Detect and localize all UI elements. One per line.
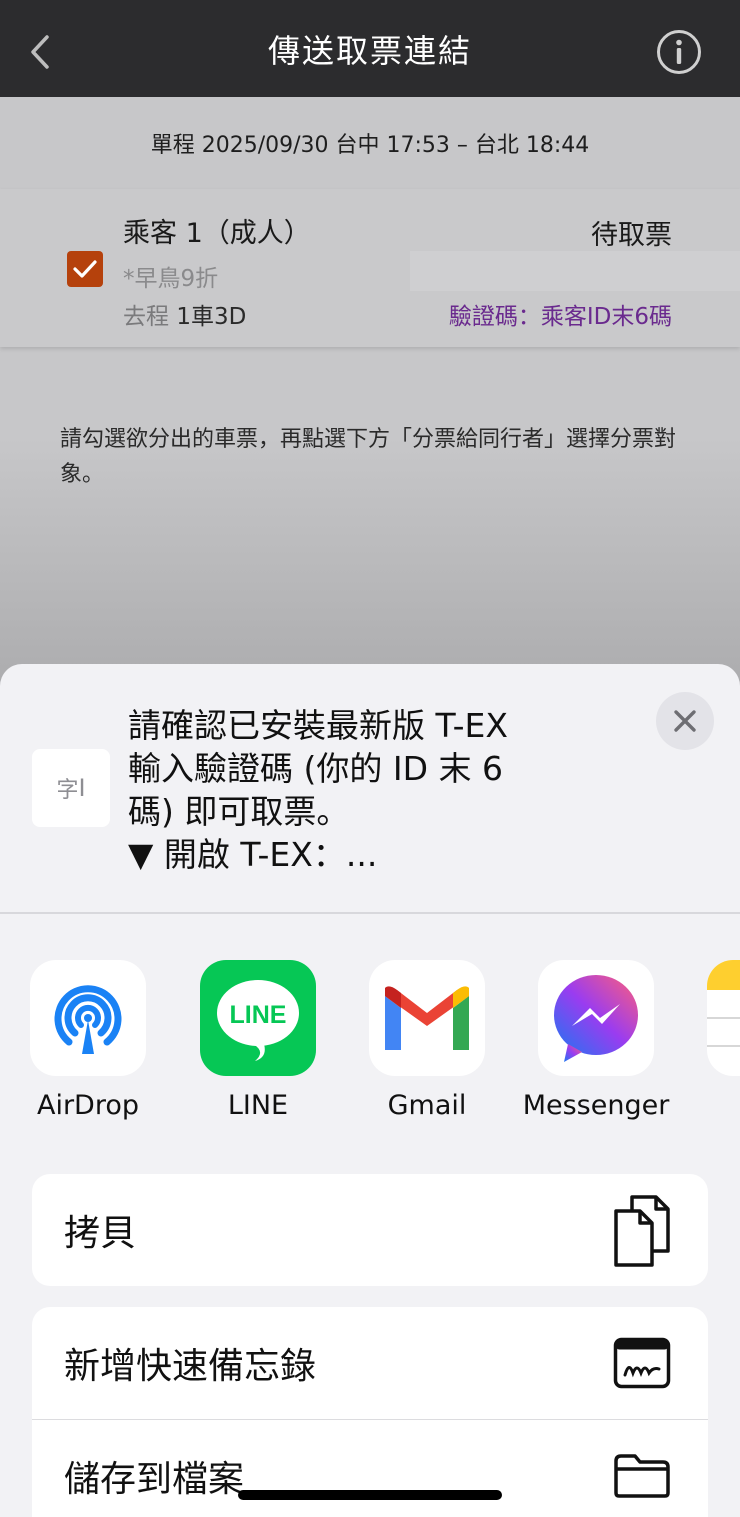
ticket-status: 待取票 bbox=[591, 220, 672, 251]
share-app-airdrop[interactable]: AirDrop bbox=[13, 960, 163, 1121]
ticket-page: 單程 2025/09/30 台中 17:53 – 台北 18:44 乘客 1（成… bbox=[0, 97, 740, 717]
passenger-card[interactable]: 乘客 1（成人） 待取票 *早鳥9折 去程 1車3D 驗證碼：乘客ID末6碼 bbox=[0, 189, 740, 347]
preview-line: 請確認已安裝最新版 T-EX bbox=[128, 706, 508, 745]
passenger-name: 乘客 1（成人） bbox=[123, 218, 311, 249]
preview-line: 輸入驗證碼 (你的 ID 末 6 bbox=[128, 749, 503, 788]
quick-note-icon bbox=[612, 1333, 672, 1393]
preview-line: ▼ 開啟 T-EX：... bbox=[128, 835, 378, 874]
info-button[interactable] bbox=[656, 29, 702, 75]
share-app-line[interactable]: LINE LINE bbox=[183, 960, 333, 1121]
trip-summary: 單程 2025/09/30 台中 17:53 – 台北 18:44 bbox=[150, 133, 590, 158]
trip-seat: 去程 1車3D bbox=[123, 297, 246, 331]
action-copy[interactable]: 拷貝 bbox=[32, 1174, 708, 1286]
divider bbox=[0, 912, 740, 914]
preview-text: 請確認已安裝最新版 T-EX 輸入驗證碼 (你的 ID 末 6 碼) 即可取票。… bbox=[128, 704, 598, 876]
share-apps-row: AirDrop LINE LINE Gmail Messenger bbox=[0, 960, 740, 1130]
instruction-text: 請勾選欲分出的車票，再點選下方「分票給同行者」選擇分票對象。 bbox=[60, 427, 677, 487]
trip-label: 去程 bbox=[123, 304, 169, 330]
seat-number: 1車3D bbox=[176, 304, 247, 330]
preview-line: 碼) 即可取票。 bbox=[128, 792, 350, 831]
share-app-messenger[interactable]: Messenger bbox=[521, 960, 671, 1121]
app-label: LINE bbox=[227, 1090, 289, 1121]
app-label: AirDrop bbox=[36, 1090, 140, 1121]
app-label: 備 bbox=[690, 1090, 740, 1129]
messenger-icon bbox=[538, 960, 654, 1076]
close-icon bbox=[674, 710, 696, 732]
notes-icon bbox=[707, 960, 740, 1076]
share-sheet: 字I 請確認已安裝最新版 T-EX 輸入驗證碼 (你的 ID 末 6 碼) 即可… bbox=[0, 664, 740, 1517]
app-label: Gmail bbox=[387, 1090, 467, 1121]
action-group-copy: 拷貝 bbox=[32, 1174, 708, 1286]
action-group-notes: 新增快速備忘錄 儲存到檔案 bbox=[32, 1307, 708, 1517]
chevron-left-icon bbox=[31, 35, 49, 69]
navigation-bar: 傳送取票連結 bbox=[0, 0, 740, 97]
action-label: 拷貝 bbox=[64, 1213, 137, 1254]
page-title: 傳送取票連結 bbox=[267, 31, 472, 70]
airdrop-icon bbox=[30, 960, 146, 1076]
checkmark-icon bbox=[73, 260, 97, 278]
svg-text:LINE: LINE bbox=[230, 1001, 287, 1029]
fare-type: *早鳥9折 bbox=[123, 266, 219, 292]
home-indicator[interactable] bbox=[238, 1490, 502, 1500]
share-app-notes[interactable]: 備 bbox=[690, 960, 740, 1129]
action-quick-note[interactable]: 新增快速備忘錄 bbox=[32, 1307, 708, 1419]
action-label: 儲存到檔案 bbox=[64, 1458, 245, 1500]
copy-icon bbox=[612, 1195, 672, 1267]
folder-icon bbox=[612, 1446, 672, 1506]
passenger-checkbox[interactable] bbox=[67, 251, 103, 287]
text-document-icon: 字I bbox=[32, 749, 110, 827]
gmail-icon bbox=[369, 960, 485, 1076]
redacted-area bbox=[410, 251, 740, 291]
share-preview: 字I 請確認已安裝最新版 T-EX 輸入驗證碼 (你的 ID 末 6 碼) 即可… bbox=[0, 664, 740, 912]
verification-hint: 驗證碼：乘客ID末6碼 bbox=[448, 304, 672, 330]
line-icon: LINE bbox=[200, 960, 316, 1076]
back-button[interactable] bbox=[20, 28, 60, 76]
action-save-to-files[interactable]: 儲存到檔案 bbox=[32, 1419, 708, 1517]
share-app-gmail[interactable]: Gmail bbox=[352, 960, 502, 1121]
close-button[interactable] bbox=[656, 692, 714, 750]
app-label: Messenger bbox=[522, 1090, 670, 1121]
action-label: 新增快速備忘錄 bbox=[64, 1346, 317, 1387]
info-icon bbox=[657, 30, 701, 74]
